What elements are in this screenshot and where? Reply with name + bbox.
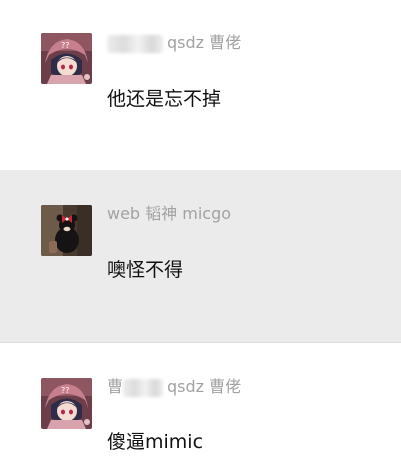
chat-message-3[interactable]: ?? 曹 qsdz 曹佬 傻逼mimic xyxy=(0,343,401,474)
sender-name: 曹 qsdz 曹佬 xyxy=(107,377,241,397)
chat-message-list: ?? qsdz 曹佬 他还是忘不掉 web 韬神 micgo 噢怪不得 ?? 曹… xyxy=(0,0,401,474)
redacted-name-blur xyxy=(123,378,164,397)
chat-message-1[interactable]: ?? qsdz 曹佬 他还是忘不掉 xyxy=(0,0,401,170)
sender-name-prefix: 曹 xyxy=(107,377,124,396)
sender-name-text: qsdz 曹佬 xyxy=(167,377,242,396)
svg-text:??: ?? xyxy=(61,386,70,395)
sender-name: qsdz 曹佬 xyxy=(107,33,241,53)
plush-toy-avatar-icon[interactable] xyxy=(41,205,92,256)
message-text: 噢怪不得 xyxy=(107,259,184,281)
svg-text:??: ?? xyxy=(61,41,70,50)
redacted-name-blur xyxy=(107,34,163,53)
chat-message-2[interactable]: web 韬神 micgo 噢怪不得 xyxy=(0,170,401,342)
anime-girl-avatar-icon[interactable]: ?? xyxy=(41,378,92,429)
sender-name: web 韬神 micgo xyxy=(107,204,232,223)
sender-name-text: qsdz 曹佬 xyxy=(167,33,242,52)
message-text: 他还是忘不掉 xyxy=(107,88,222,110)
anime-girl-avatar-icon[interactable]: ?? xyxy=(41,33,92,84)
message-text: 傻逼mimic xyxy=(107,431,204,453)
